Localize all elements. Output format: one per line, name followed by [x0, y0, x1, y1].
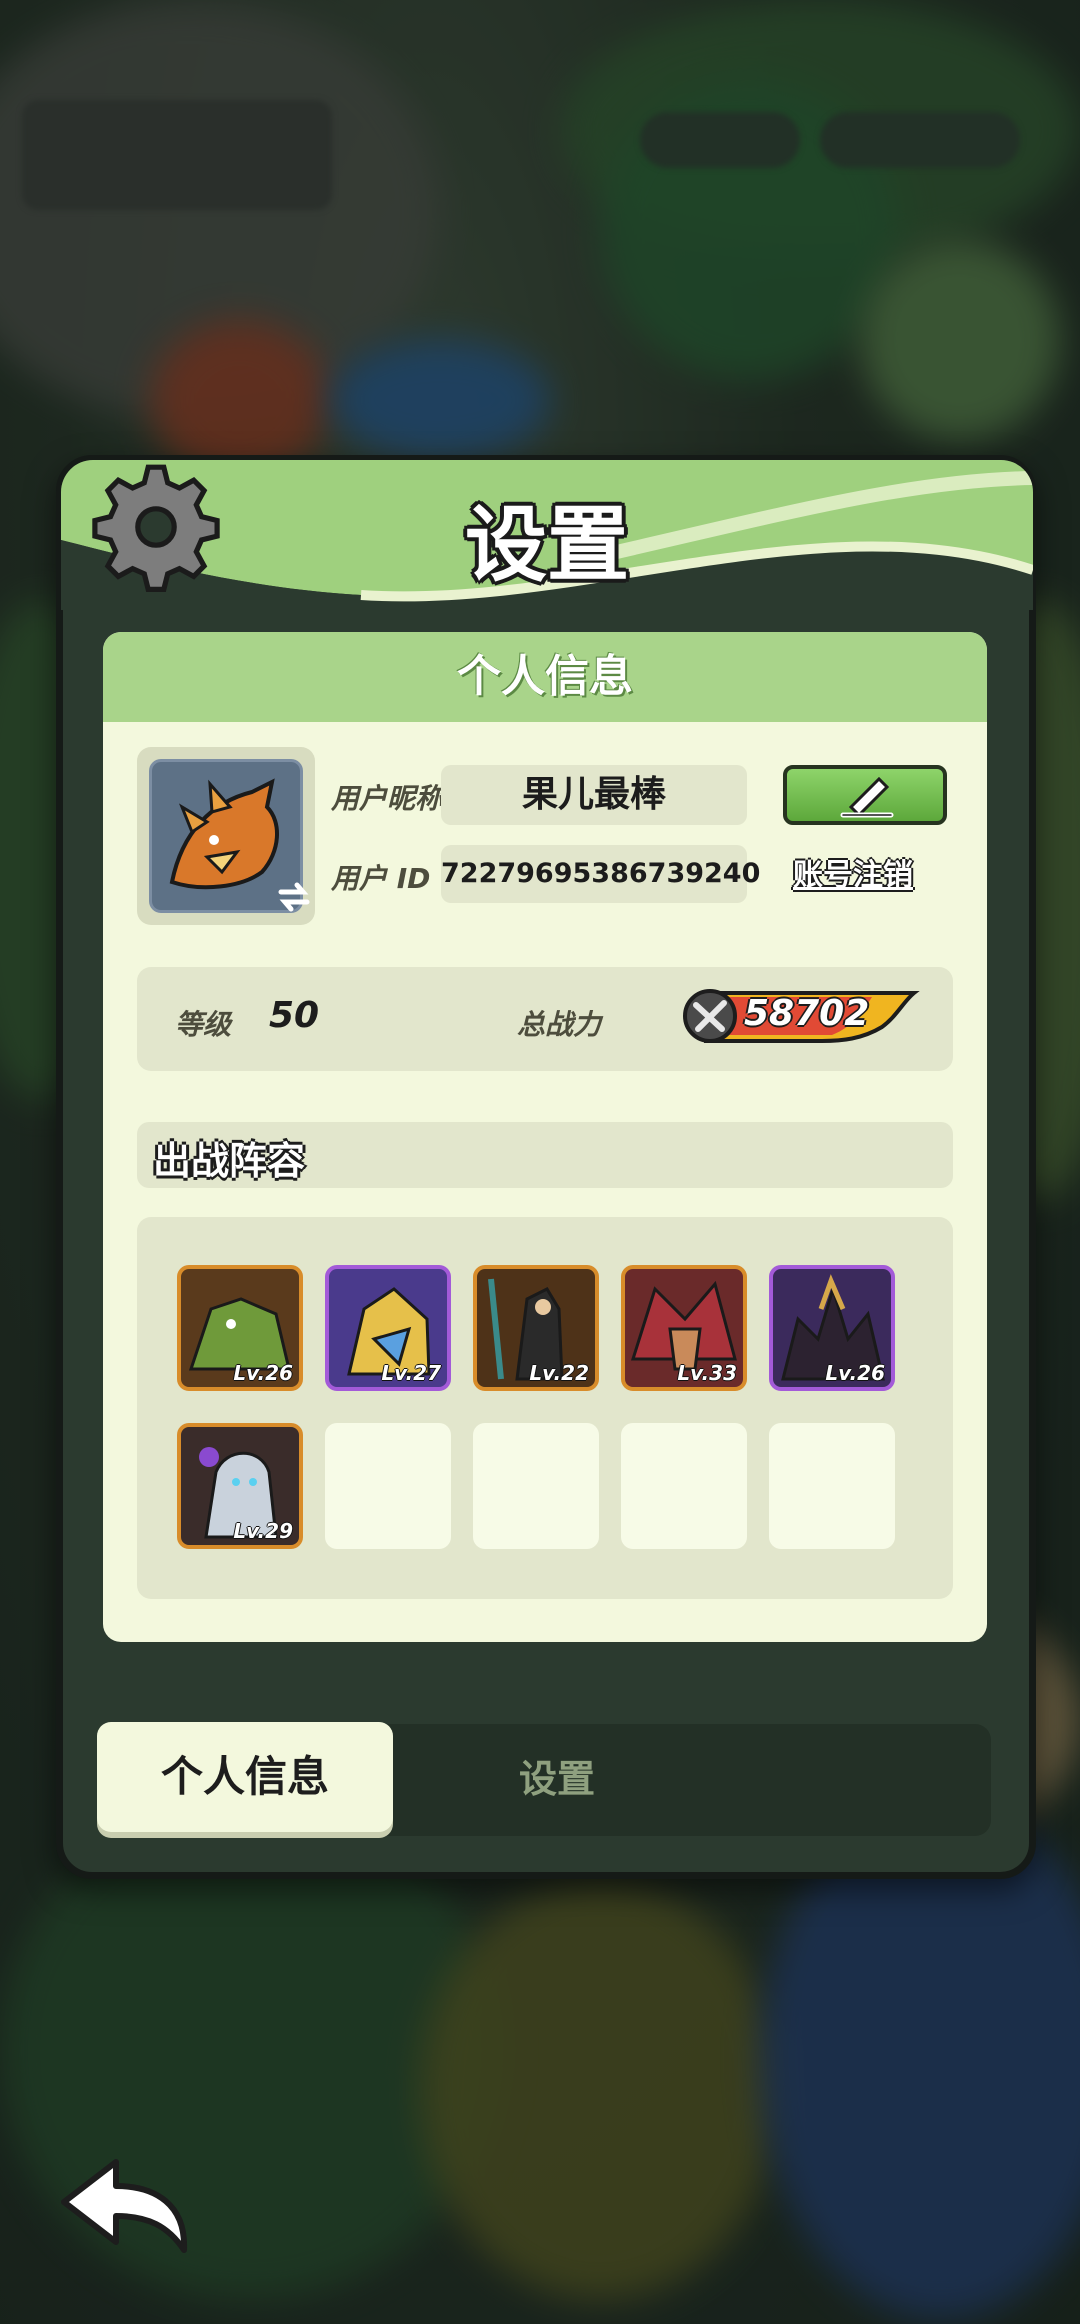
hero-level: Lv.33 [677, 1361, 737, 1385]
back-arrow-icon[interactable] [56, 2150, 196, 2260]
lineup-header: 出战阵容 [137, 1122, 953, 1188]
hero-slot[interactable]: Lv.26 [177, 1265, 303, 1391]
level-label: 等级 [175, 1008, 232, 1041]
nickname-label: 用户昵称 [331, 782, 444, 815]
user-id-field: 72279695386739240 [441, 845, 760, 903]
settings-panel: 设置 个人信息 用户昵称 果儿最棒 用户 ID 7227969538673924… [56, 455, 1036, 1879]
hud-resource-gold [820, 112, 1020, 168]
hero-level: Lv.22 [529, 1361, 589, 1385]
lineup-grid: Lv.26 Lv.27 Lv.22 Lv.33 Lv.26 Lv.29 [137, 1217, 953, 1599]
power-value: 58702 [744, 993, 870, 1034]
avatar[interactable] [137, 747, 315, 925]
empty-hero-slot[interactable] [621, 1423, 747, 1549]
empty-hero-slot[interactable] [325, 1423, 451, 1549]
tab-bar: 个人信息 设置 [97, 1722, 991, 1836]
panel-header: 设置 [61, 460, 1033, 610]
profile-card: 个人信息 用户昵称 果儿最棒 用户 ID 72279695386739240 账… [103, 632, 987, 1642]
hero-slot[interactable]: Lv.27 [325, 1265, 451, 1391]
empty-hero-slot[interactable] [769, 1423, 895, 1549]
swap-icon[interactable] [277, 882, 311, 912]
power-label: 总战力 [517, 1008, 602, 1041]
id-label: 用户 ID [331, 862, 431, 895]
edit-nickname-button[interactable] [783, 765, 947, 825]
profile-section-title: 个人信息 [103, 632, 987, 722]
hero-slot[interactable]: Lv.22 [473, 1265, 599, 1391]
cancel-account-link[interactable]: 账号注销 [793, 850, 913, 894]
hero-slot[interactable]: Lv.33 [621, 1265, 747, 1391]
hero-level: Lv.29 [233, 1519, 293, 1543]
power-badge: 58702 [682, 987, 920, 1045]
pencil-icon [840, 776, 894, 818]
hero-level: Lv.27 [381, 1361, 441, 1385]
level-value: 50 [269, 995, 320, 1036]
hero-level: Lv.26 [233, 1361, 293, 1385]
tab-personal-info[interactable]: 个人信息 [97, 1722, 393, 1832]
hud-player-card [22, 100, 332, 210]
hero-level: Lv.26 [825, 1361, 885, 1385]
panel-title: 设置 [464, 498, 629, 593]
hud-resource-gems [640, 112, 800, 168]
nickname-field: 果儿最棒 [441, 765, 747, 825]
hero-slot[interactable]: Lv.29 [177, 1423, 303, 1549]
tab-settings[interactable]: 设置 [407, 1724, 707, 1834]
lineup-title: 出战阵容 [153, 1139, 306, 1183]
empty-hero-slot[interactable] [473, 1423, 599, 1549]
hero-slot[interactable]: Lv.26 [769, 1265, 895, 1391]
stats-row: 等级 50 总战力 58702 [137, 967, 953, 1071]
